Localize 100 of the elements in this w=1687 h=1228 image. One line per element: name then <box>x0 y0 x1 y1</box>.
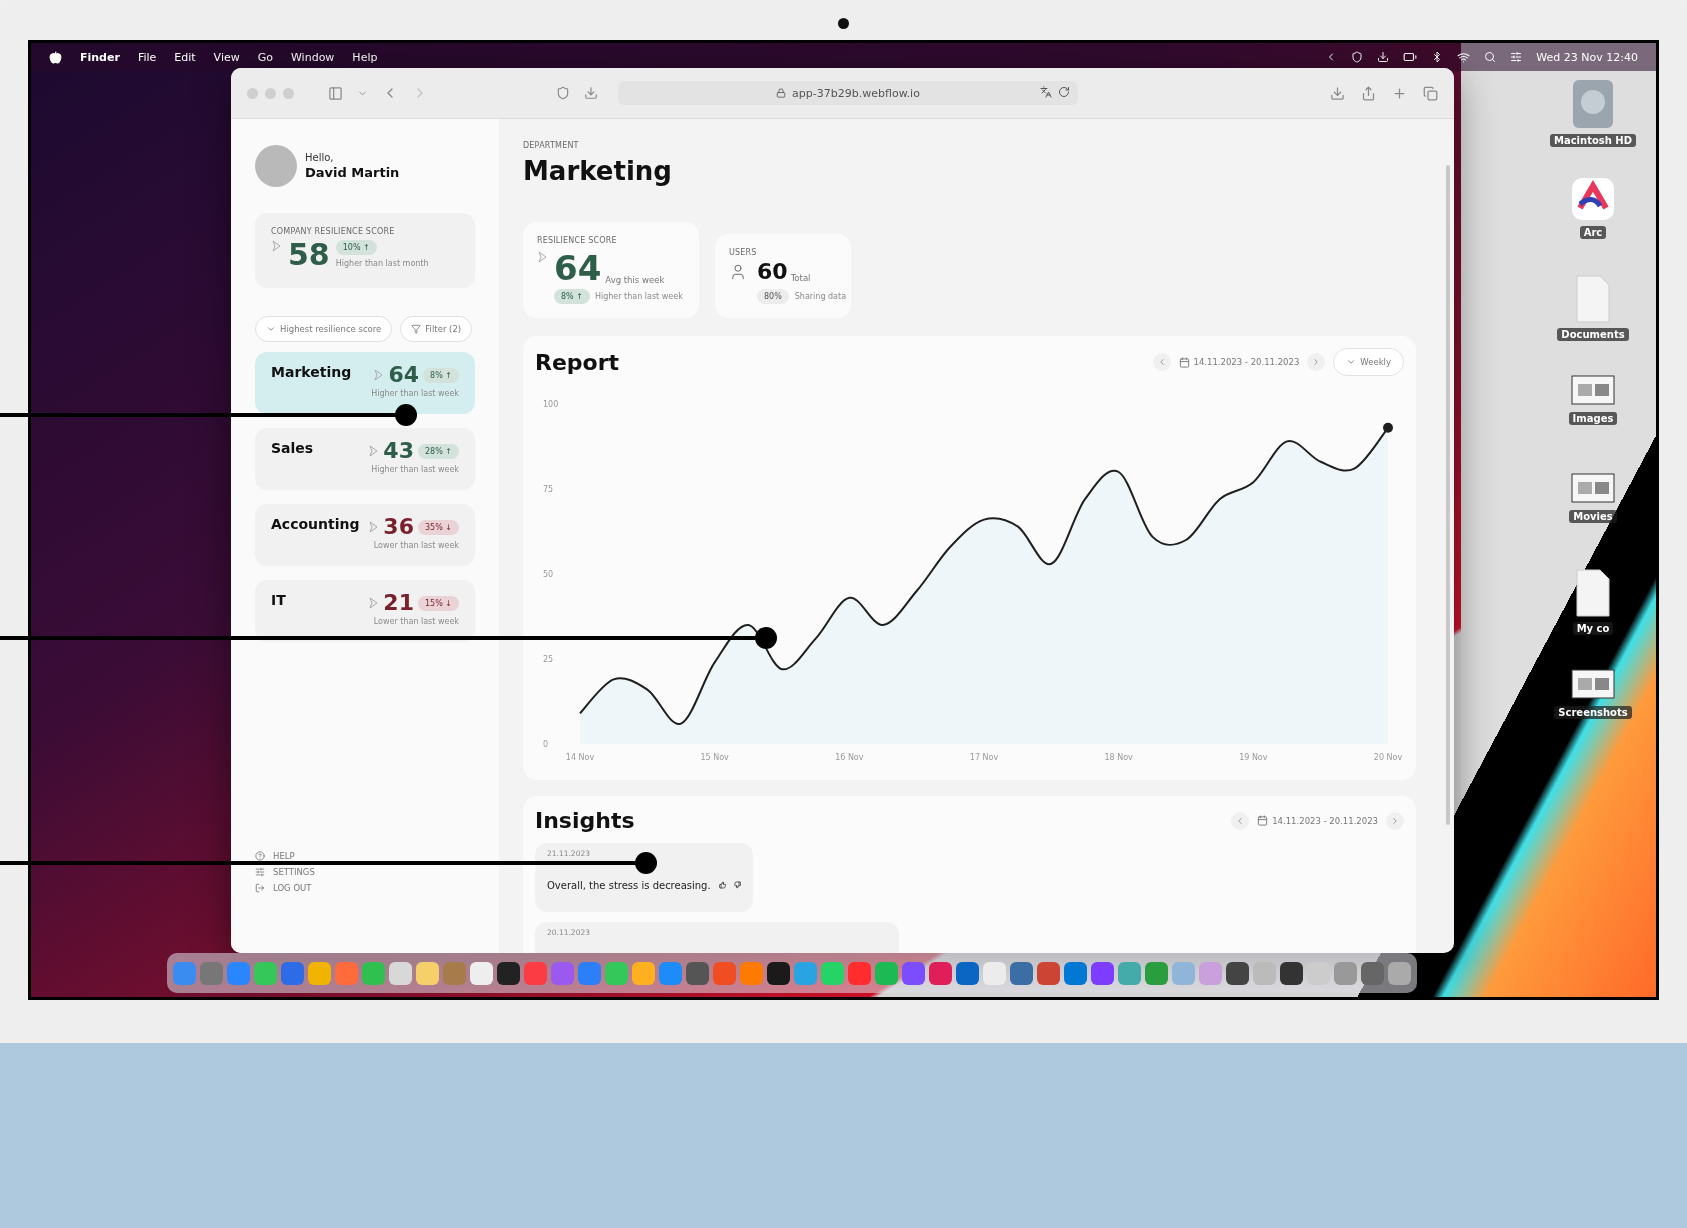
y-axis-label: 50 <box>543 570 554 579</box>
user-icon <box>729 263 747 281</box>
menu-item[interactable]: Finder <box>80 50 120 64</box>
shield-icon[interactable] <box>556 86 570 100</box>
change-note: Higher than last week <box>371 389 459 398</box>
department-name: IT <box>271 592 286 610</box>
dock-app-icon[interactable] <box>1226 961 1249 985</box>
desktop-icon-label[interactable]: Movies <box>1569 510 1617 523</box>
filter-icon <box>411 324 422 334</box>
change-pill: 10% ↑ <box>335 240 377 255</box>
department-title: Marketing <box>523 156 673 186</box>
date-range: 14.11.2023 - 20.11.2023 <box>1272 815 1378 826</box>
share-pill: 80% <box>757 289 789 304</box>
menu-item[interactable]: File <box>137 50 157 64</box>
apple-icon <box>49 50 62 64</box>
menu-item[interactable]: View <box>213 50 240 64</box>
url-text: app-37b29b.webflow.io <box>792 86 920 100</box>
dock-app-icon[interactable] <box>497 961 520 985</box>
score-icon <box>537 251 548 263</box>
download-icon[interactable] <box>1330 85 1345 101</box>
users-value: 60 <box>757 261 788 283</box>
score-icon <box>373 369 385 381</box>
menu-item[interactable]: Edit <box>174 50 196 64</box>
sidebar-link[interactable]: HELP <box>255 851 475 861</box>
change-note: Lower than last week <box>373 541 459 550</box>
new-tab-icon[interactable] <box>1392 85 1407 101</box>
next-button[interactable] <box>1307 353 1326 371</box>
previous-button[interactable] <box>1152 353 1171 371</box>
desktop-icon-label[interactable]: Screenshots <box>1554 706 1632 719</box>
change-pill: 8% ↑ <box>554 289 590 304</box>
menu-bar-clock: Wed 23 Nov 12:40 <box>1536 50 1638 64</box>
window-control[interactable] <box>265 87 276 99</box>
image-thumbnail-icon <box>1570 666 1616 702</box>
calendar-icon <box>1257 815 1269 826</box>
menu-item[interactable]: Go <box>257 50 273 64</box>
department-card[interactable]: Sales 43 28% ↑ Higher than last week <box>255 428 475 490</box>
desktop-icon-label[interactable]: My co <box>1572 622 1614 635</box>
desktop-icon-label[interactable]: Images <box>1568 412 1618 425</box>
insight-text: Overall, the stress is decreasing. <box>547 879 711 891</box>
menu-item[interactable]: Window <box>291 50 335 64</box>
department-card[interactable]: IT 21 15% ↓ Lower than last week <box>255 580 475 642</box>
dock-app-icon[interactable] <box>1091 961 1114 985</box>
thumbs-up-icon[interactable] <box>718 878 726 892</box>
sidebar-link[interactable]: SETTINGS <box>255 867 475 877</box>
users-caption: Total <box>790 273 811 283</box>
tabs-icon[interactable] <box>1423 85 1438 101</box>
dock-app-icon[interactable] <box>1361 961 1384 985</box>
sort-dropdown[interactable]: Highest resilience score <box>255 316 393 342</box>
score-value: 58 <box>288 240 330 270</box>
filter-button[interactable]: Filter (2) <box>400 316 473 342</box>
share-icon[interactable] <box>1361 85 1376 101</box>
battery-icon <box>1403 50 1418 64</box>
next-button[interactable] <box>1386 811 1404 830</box>
department-card[interactable]: Marketing 64 8% ↑ Higher than last week <box>255 352 475 414</box>
dock-app-icon[interactable] <box>956 961 979 985</box>
thumbs-down-icon[interactable] <box>733 878 741 892</box>
desktop-icon-label[interactable]: Documents <box>1557 328 1629 341</box>
period-dropdown[interactable]: Weekly <box>1333 348 1404 376</box>
sidebar-link[interactable]: LOG OUT <box>255 883 475 893</box>
previous-button[interactable] <box>1231 811 1250 830</box>
y-axis-label: 0 <box>543 740 549 749</box>
score-icon <box>368 521 380 533</box>
change-pill: 8% ↑ <box>423 367 459 383</box>
dock-app-icon[interactable] <box>767 961 790 985</box>
x-axis-label: 15 Nov <box>700 753 729 762</box>
change-note: Higher than last week <box>371 465 459 474</box>
score-caption: Avg this week <box>605 275 665 285</box>
image-thumbnail-icon <box>1570 470 1616 506</box>
address-bar[interactable]: app-37b29b.webflow.io <box>618 81 1078 105</box>
logout-icon <box>255 883 265 893</box>
chevron-down-icon <box>266 324 276 334</box>
document-icon <box>1574 274 1612 324</box>
card-label: RESILIENCE SCORE <box>537 236 618 245</box>
reload-icon[interactable] <box>1058 86 1070 98</box>
change-note: Higher than last week <box>594 292 683 301</box>
window-control[interactable] <box>283 87 294 99</box>
desktop-icon-label[interactable]: Arc <box>1579 226 1607 239</box>
sidebar-toggle-icon[interactable] <box>328 85 343 101</box>
control-center-icon <box>1510 51 1523 63</box>
y-axis-label: 25 <box>543 655 554 664</box>
image-thumbnail-icon <box>1570 372 1616 408</box>
camera-dot <box>838 18 849 29</box>
menu-item[interactable]: Help <box>352 50 378 64</box>
desktop-icon-label[interactable]: Macintosh HD <box>1549 134 1636 147</box>
y-axis-label: 75 <box>543 485 554 494</box>
x-axis-label: 20 Nov <box>1373 753 1403 762</box>
document-icon <box>1574 568 1612 618</box>
department-card[interactable]: Accounting 36 35% ↓ Lower than last week <box>255 504 475 566</box>
change-pill: 35% ↓ <box>417 519 459 535</box>
department-name: Accounting <box>271 516 360 534</box>
card-label: COMPANY RESILIENCE SCORE <box>271 227 396 236</box>
score-value: 43 <box>383 440 414 462</box>
dock-app-icon[interactable] <box>1280 961 1303 985</box>
card-title: Report <box>535 349 620 375</box>
shield-icon <box>1351 51 1364 63</box>
user-name: David Martin <box>305 165 400 180</box>
change-pill: 28% ↑ <box>417 443 459 459</box>
window-control[interactable] <box>247 87 258 99</box>
lock-icon <box>776 88 787 98</box>
translate-icon[interactable] <box>1040 86 1052 98</box>
